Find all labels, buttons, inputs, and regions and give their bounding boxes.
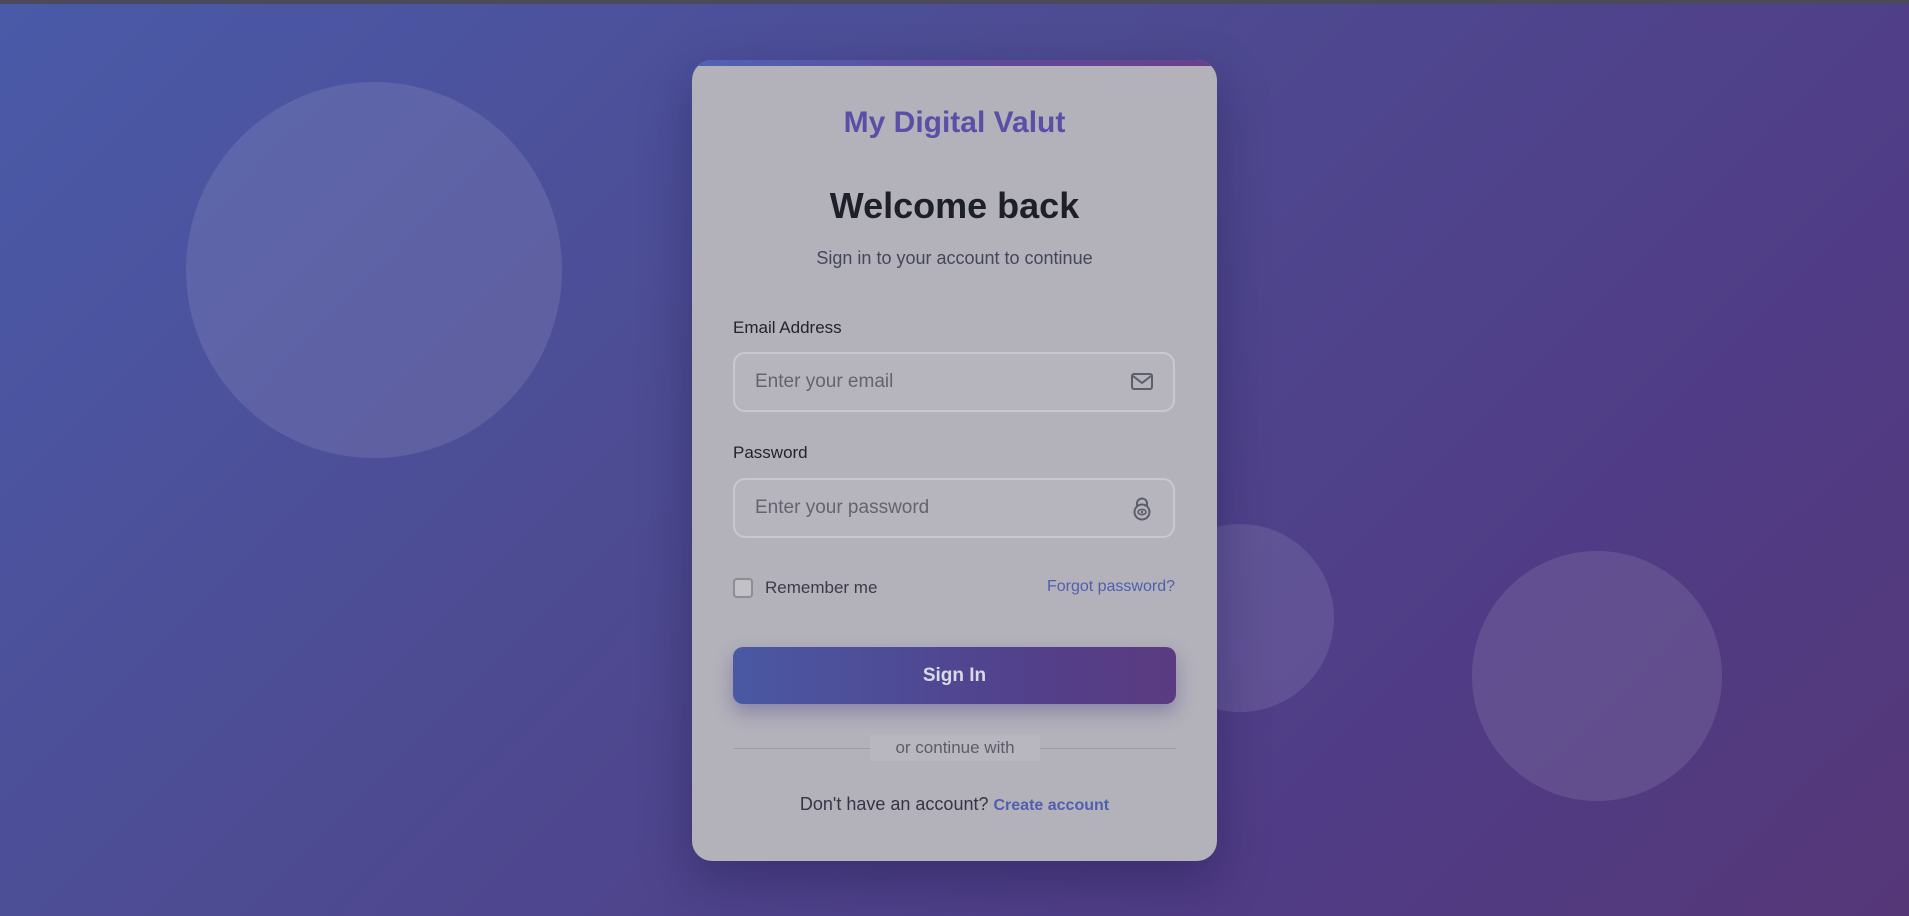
mail-icon xyxy=(1129,369,1155,395)
login-card: My Digital Valut Welcome back Sign in to… xyxy=(692,60,1217,861)
forgot-password-link[interactable]: Forgot password? xyxy=(1047,578,1175,596)
remember-checkbox[interactable] xyxy=(733,578,753,598)
decorative-circle xyxy=(1472,551,1722,801)
app-logo: My Digital Valut xyxy=(843,106,1066,139)
signup-prompt-text: Don't have an account? xyxy=(799,794,989,814)
decorative-circle xyxy=(186,82,562,458)
page-title: Welcome back xyxy=(829,185,1080,226)
divider-line-right xyxy=(1040,748,1176,749)
divider-text: or continue with xyxy=(870,735,1040,761)
password-field-wrapper[interactable] xyxy=(733,478,1175,538)
divider-line-left xyxy=(733,748,870,749)
browser-top-edge xyxy=(0,0,1909,4)
remember-label: Remember me xyxy=(765,578,878,597)
password-label: Password xyxy=(733,443,808,462)
password-input[interactable] xyxy=(735,480,1125,536)
email-input[interactable] xyxy=(735,354,1125,410)
lock-icon xyxy=(1129,495,1155,521)
card-accent-bar xyxy=(692,60,1217,66)
create-account-link[interactable]: Create account xyxy=(994,797,1110,814)
page-subtitle: Sign in to your account to continue xyxy=(816,248,1093,268)
sign-in-button[interactable]: Sign In xyxy=(733,647,1176,704)
signup-prompt: Don't have an account? Create account xyxy=(692,794,1217,815)
email-label: Email Address xyxy=(733,318,842,337)
email-field-wrapper[interactable] xyxy=(733,352,1175,412)
